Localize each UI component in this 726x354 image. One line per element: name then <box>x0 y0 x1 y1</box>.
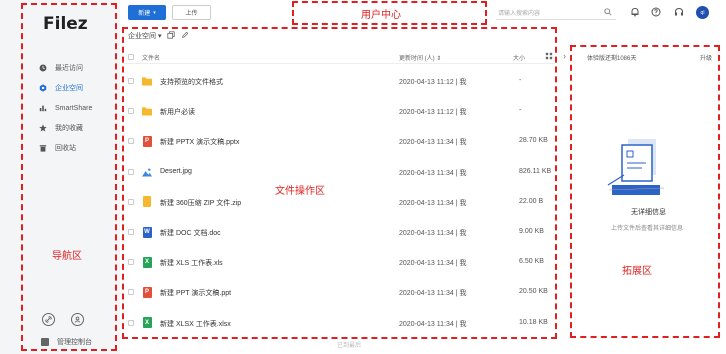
user-center-region-label: 用户中心 <box>361 10 401 21</box>
zip-file-icon <box>142 196 152 208</box>
app-root: Filez 最近访问 企业空间 SmartShare 我的收藏 回收站 管理控制台 导航… <box>0 0 726 354</box>
nav-region-label: 导航区 <box>52 251 82 262</box>
file-name[interactable]: 新建 XLS 工作表.xls <box>160 258 223 268</box>
file-updated-time: 2020-04-13 11:34 | 我 <box>399 230 467 237</box>
excel-file-icon: X <box>142 256 152 268</box>
chevron-right-icon[interactable]: › <box>563 51 566 61</box>
empty-state-title: 无详细信息 <box>631 209 666 216</box>
table-row[interactable]: 新用户必读 2020-04-13 11:12 | 我 - <box>124 96 555 126</box>
breadcrumb: 企业空间 ▾ <box>128 31 189 41</box>
row-checkbox[interactable] <box>128 289 134 296</box>
sort-icon: ⇕ <box>436 56 442 62</box>
space-label: 企业空间 <box>128 33 156 40</box>
space-selector[interactable]: 企业空间 ▾ <box>128 31 161 41</box>
table-row[interactable]: Desert.jpg 2020-04-13 11:34 | 我 826.11 KB <box>124 157 555 187</box>
powerpoint-file-icon: P <box>142 286 152 298</box>
file-updated-time: 2020-04-13 11:34 | 我 <box>399 199 467 207</box>
grid-view-icon[interactable] <box>545 52 553 62</box>
table-row[interactable]: X 新建 XLS 工作表.xls 2020-04-13 11:34 | 我 6.50 … <box>124 247 555 277</box>
file-size: 826.11 KB <box>519 167 552 175</box>
file-updated-time: 2020-04-13 11:34 | 我 <box>399 290 467 298</box>
avatar[interactable]: ql <box>696 6 709 19</box>
file-updated-time: 2020-04-13 11:34 | 我 <box>399 260 467 268</box>
file-name[interactable]: 支持预览的文件格式 <box>160 77 223 87</box>
row-checkbox[interactable] <box>128 229 134 235</box>
file-name[interactable]: 新建 PPT 演示文稿.ppt <box>160 288 231 298</box>
row-checkbox[interactable] <box>128 168 134 175</box>
table-row[interactable]: W 新建 DOC 文档.doc 2020-04-13 11:34 | 我 9.00 K… <box>124 217 555 247</box>
row-checkbox[interactable] <box>128 198 134 205</box>
file-table-header: 文件名 更新时间 (人) ⇕ 大小 <box>124 50 555 64</box>
file-size: - <box>519 107 522 115</box>
file-name[interactable]: 新建 360压缩 ZIP 文件.zip <box>160 198 241 208</box>
trial-status: 体验版还剩1086天 <box>587 56 637 62</box>
file-name[interactable]: 新建 PPTX 演示文稿.pptx <box>160 137 239 147</box>
list-end-note: 已到最后 <box>337 343 362 349</box>
upgrade-link[interactable]: 升级 <box>700 53 712 62</box>
row-checkbox[interactable] <box>128 78 134 84</box>
row-checkbox[interactable] <box>128 259 134 266</box>
chevron-down-icon: ▾ <box>157 33 162 40</box>
search-icon[interactable] <box>604 8 612 18</box>
excel-file-icon: X <box>142 317 152 329</box>
select-all-checkbox[interactable] <box>128 54 134 60</box>
powerpoint-file-icon: P <box>142 135 152 147</box>
extension-region-label: 拓展区 <box>622 266 652 277</box>
chevron-down-icon: ▾ <box>153 9 156 16</box>
column-time[interactable]: 更新时间 (人) ⇕ <box>399 53 441 62</box>
column-size[interactable]: 大小 <box>513 53 525 62</box>
empty-state-subtitle: 上传文件后查看其详细信息 <box>611 226 684 232</box>
table-row[interactable]: P 新建 PPTX 演示文稿.pptx 2020-04-13 11:34 | 我 28… <box>124 126 555 156</box>
file-size: 28.70 KB <box>519 137 548 145</box>
upload-button[interactable]: 上传 <box>172 5 211 20</box>
file-name[interactable]: Desert.jpg <box>160 168 192 175</box>
empty-state-illustration-icon <box>606 133 666 203</box>
table-row[interactable]: 支持预览的文件格式 2020-04-13 11:12 | 我 - <box>124 66 555 96</box>
file-size: 10.18 KB <box>519 318 548 326</box>
headset-icon[interactable] <box>673 6 685 18</box>
file-size: 20.50 KB <box>519 288 548 296</box>
copy-icon[interactable] <box>167 31 176 41</box>
bell-icon[interactable] <box>629 6 641 18</box>
file-updated-time: 2020-04-13 11:34 | 我 <box>399 320 467 328</box>
row-checkbox[interactable] <box>128 108 134 115</box>
search-input[interactable]: 请输入搜索内容 <box>496 6 616 20</box>
word-file-icon: W <box>142 226 152 238</box>
new-button[interactable]: 新建 ▾ <box>128 5 166 20</box>
column-name[interactable]: 文件名 <box>142 53 160 62</box>
file-name[interactable]: 新建 XLSX 工作表.xlsx <box>160 319 231 329</box>
image-file-icon <box>142 166 152 178</box>
column-time-label: 更新时间 (人) <box>399 56 435 62</box>
nav-region-box <box>21 3 117 351</box>
row-checkbox[interactable] <box>128 138 134 145</box>
edit-icon[interactable] <box>181 31 189 41</box>
file-updated-time: 2020-04-13 11:12 | 我 <box>399 109 467 117</box>
file-name[interactable]: 新建 DOC 文档.doc <box>160 228 221 238</box>
file-size: 6.50 KB <box>519 258 544 266</box>
table-row[interactable]: 新建 360压缩 ZIP 文件.zip 2020-04-13 11:34 | 我 2… <box>124 187 555 217</box>
table-row[interactable]: X 新建 XLSX 工作表.xlsx 2020-04-13 11:34 | 我 10.… <box>124 308 555 338</box>
new-button-label: 新建 <box>138 11 151 17</box>
row-checkbox[interactable] <box>128 319 134 326</box>
file-updated-time: 2020-04-13 11:12 | 我 <box>399 79 467 86</box>
folder-icon <box>142 105 152 117</box>
folder-icon <box>142 75 152 87</box>
file-name[interactable]: 新用户必读 <box>160 107 195 117</box>
file-updated-time: 2020-04-13 11:34 | 我 <box>399 139 467 147</box>
table-row[interactable]: P 新建 PPT 演示文稿.ppt 2020-04-13 11:34 | 我 20.5… <box>124 277 555 307</box>
file-size: 22.00 B <box>519 197 544 205</box>
file-updated-time: 2020-04-13 11:34 | 我 <box>399 169 467 177</box>
file-size: 9.00 KB <box>519 228 544 235</box>
file-size: - <box>519 77 522 84</box>
search-placeholder: 请输入搜索内容 <box>498 11 541 17</box>
help-icon[interactable] <box>650 6 662 18</box>
